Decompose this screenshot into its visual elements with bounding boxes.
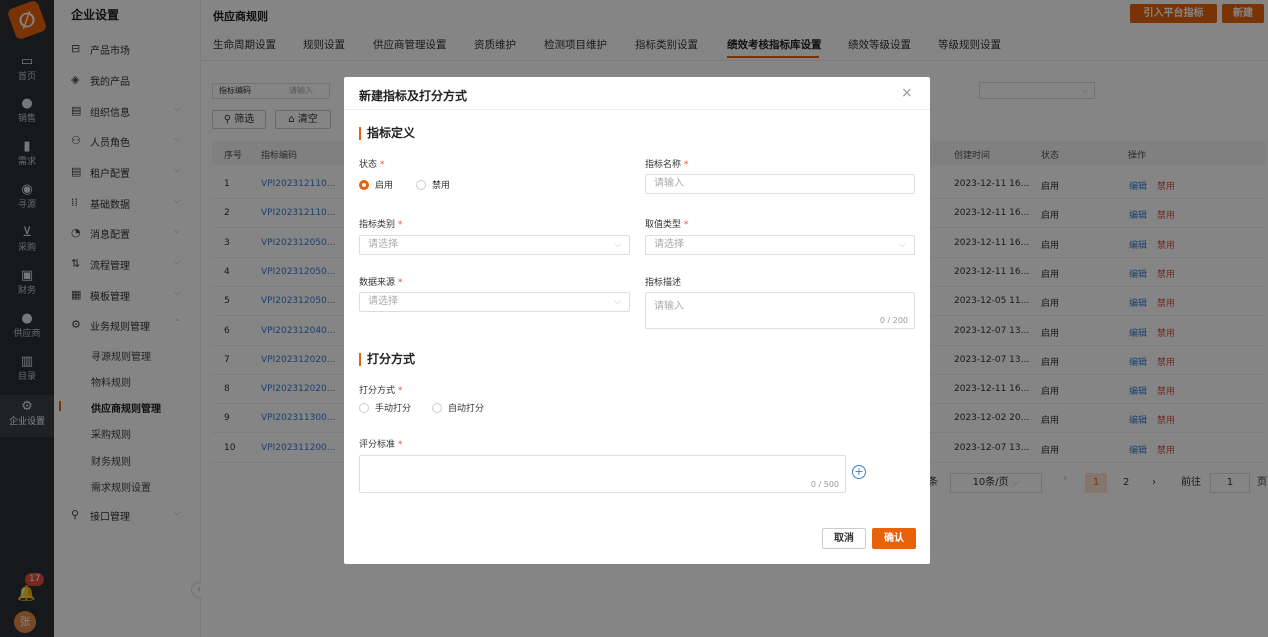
data-source-label: 数据来源 * [359, 278, 403, 288]
status-enabled-radio[interactable]: 启用 [359, 179, 393, 192]
value-type-select[interactable]: 请选择 ⌵ [645, 235, 915, 255]
char-counter: 0 / 500 [810, 480, 839, 489]
manual-scoring-radio[interactable]: 手动打分 [359, 402, 411, 415]
dialog-title: 新建指标及打分方式 [359, 89, 468, 103]
scoring-criteria-textarea[interactable]: 0 / 500 [359, 455, 846, 493]
data-source-select[interactable]: 请选择 ⌵ [359, 292, 630, 312]
metric-description-textarea[interactable]: 请输入 0 / 200 [645, 292, 915, 329]
status-label: 状态 * [359, 160, 385, 170]
scoring-criteria-label: 评分标准 * [359, 440, 403, 450]
metric-category-label: 指标类别 * [359, 220, 403, 230]
metric-name-label: 指标名称 * [645, 160, 689, 170]
new-metric-dialog: 新建指标及打分方式 × 指标定义 状态 * 启用 禁用 指标名称 * 请输入 指… [344, 77, 930, 564]
value-type-label: 取值类型 * [645, 220, 689, 230]
add-criteria-icon[interactable]: + [852, 465, 866, 479]
scoring-method-label: 打分方式 * [359, 386, 403, 396]
auto-scoring-radio[interactable]: 自动打分 [432, 402, 484, 415]
divider [344, 109, 930, 110]
chevron-down-icon: ⌵ [899, 240, 906, 250]
close-icon[interactable]: × [901, 85, 913, 101]
radio-unchecked-icon [432, 402, 442, 413]
radio-unchecked-icon [359, 402, 369, 413]
section-scoring-method: 打分方式 [359, 353, 415, 366]
confirm-button[interactable]: 确认 [872, 528, 916, 549]
radio-unchecked-icon [416, 179, 426, 190]
char-counter: 0 / 200 [879, 316, 908, 325]
section-metric-definition: 指标定义 [359, 127, 415, 140]
metric-description-label: 指标描述 [645, 278, 682, 288]
chevron-down-icon: ⌵ [614, 297, 621, 307]
cancel-button[interactable]: 取消 [822, 528, 866, 549]
status-disabled-radio[interactable]: 禁用 [416, 179, 450, 192]
radio-checked-icon [359, 179, 369, 190]
metric-name-input[interactable]: 请输入 [645, 174, 915, 194]
chevron-down-icon: ⌵ [614, 240, 621, 250]
metric-category-select[interactable]: 请选择 ⌵ [359, 235, 630, 255]
